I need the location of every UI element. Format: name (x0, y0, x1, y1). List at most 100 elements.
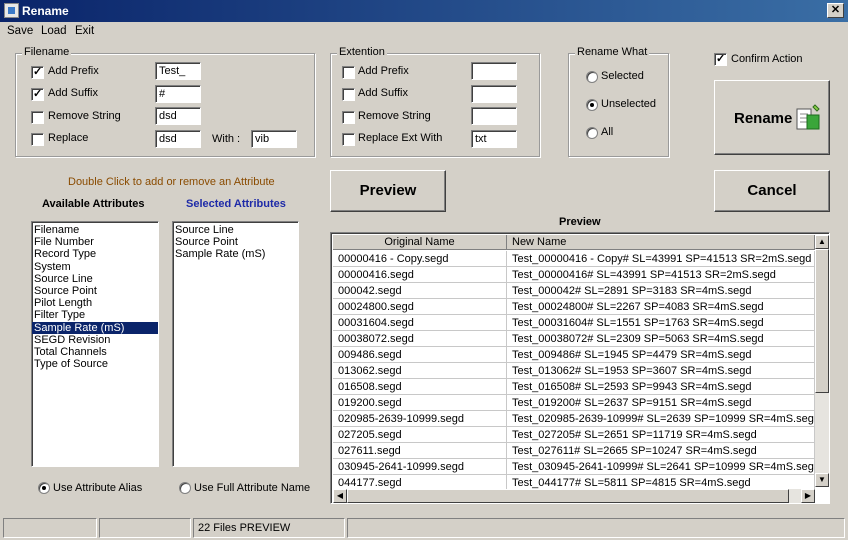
filename-add-suffix-input[interactable]: # (155, 85, 201, 103)
scroll-down-button[interactable]: ▼ (815, 473, 829, 487)
ext-add-prefix-label: Add Prefix (358, 65, 409, 77)
ext-replace-label: Replace Ext With (358, 132, 443, 144)
ext-add-suffix-checkbox[interactable] (342, 88, 355, 101)
rename-all-radio[interactable] (586, 127, 598, 139)
menu-load[interactable]: Load (41, 25, 67, 37)
selected-attribute-item[interactable]: Source Line (173, 224, 298, 236)
attribute-item[interactable]: Type of Source (32, 358, 158, 370)
new-name-cell: Test_000042# SL=2891 SP=3183 SR=4mS.segd (507, 283, 815, 299)
table-row[interactable]: 00024800.segd Test_00024800# SL=2267 SP=4… (333, 299, 815, 315)
ext-remove-string-checkbox[interactable] (342, 111, 355, 124)
attribute-item[interactable]: File Number (32, 236, 158, 248)
filename-remove-string-checkbox[interactable] (31, 111, 44, 124)
selected-attribute-item[interactable]: Sample Rate (mS) (173, 248, 298, 260)
original-name-cell: 00031604.segd (333, 315, 507, 331)
table-row[interactable]: 013062.segd Test_013062# SL=1953 SP=3607 … (333, 363, 815, 379)
ext-replace-input[interactable]: txt (471, 130, 517, 148)
filename-add-prefix-label: Add Prefix (48, 65, 99, 77)
rename-unselected-label: Unselected (601, 98, 657, 110)
filename-replace-checkbox[interactable] (31, 133, 44, 146)
original-name-cell: 00000416 - Copy.segd (333, 251, 507, 267)
new-name-cell: Test_027205# SL=2651 SP=11719 SR=4mS.seg… (507, 427, 815, 443)
new-name-cell: Test_00038072# SL=2309 SP=5063 SR=4mS.se… (507, 331, 815, 347)
use-attribute-alias-radio[interactable] (38, 482, 50, 494)
table-row[interactable]: 030945-2641-10999.segd Test_030945-2641-1… (333, 459, 815, 475)
ext-add-suffix-label: Add Suffix (358, 87, 408, 99)
with-label: With : (212, 133, 241, 145)
available-attributes-title: Available Attributes (42, 198, 145, 210)
scroll-up-button[interactable]: ▲ (815, 235, 829, 249)
preview-button[interactable]: Preview (330, 170, 446, 212)
new-name-cell: Test_00000416# SL=43991 SP=41513 SR=2mS.… (507, 267, 815, 283)
table-row[interactable]: 000042.segd Test_000042# SL=2891 SP=3183 … (333, 283, 815, 299)
filename-add-suffix-checkbox[interactable] (31, 87, 44, 101)
table-row[interactable]: 00038072.segd Test_00038072# SL=2309 SP=5… (333, 331, 815, 347)
filename-add-suffix-label: Add Suffix (48, 87, 98, 99)
confirm-action-checkbox[interactable] (714, 52, 727, 66)
attribute-item[interactable]: Source Point (32, 285, 158, 297)
status-panel-1 (3, 518, 97, 538)
table-row[interactable]: 020985-2639-10999.segd Test_020985-2639-1… (333, 411, 815, 427)
selected-attribute-item[interactable]: Source Point (173, 236, 298, 248)
table-row[interactable]: 027205.segd Test_027205# SL=2651 SP=11719… (333, 427, 815, 443)
table-row[interactable]: 009486.segd Test_009486# SL=1945 SP=4479 … (333, 347, 815, 363)
table-row[interactable]: 00000416.segd Test_00000416# SL=43991 SP=… (333, 267, 815, 283)
attribute-item-selected[interactable]: Sample Rate (mS) (32, 321, 158, 334)
menu-bar: Save Load Exit (0, 22, 848, 40)
ext-replace-checkbox[interactable] (342, 133, 355, 146)
ext-add-prefix-checkbox[interactable] (342, 66, 355, 79)
attribute-item[interactable]: Pilot Length (32, 297, 158, 309)
cancel-button[interactable]: Cancel (714, 170, 830, 212)
filename-add-prefix-checkbox[interactable] (31, 65, 44, 79)
status-panel-4 (347, 518, 845, 538)
close-button[interactable]: ✕ (827, 3, 844, 18)
available-attributes-list[interactable]: Filename File Number Record Type System … (31, 221, 159, 467)
selected-attributes-title: Selected Attributes (186, 198, 286, 210)
ext-add-suffix-input[interactable] (471, 85, 517, 103)
filename-add-prefix-input[interactable]: Test_ (155, 62, 201, 80)
window-title: Rename (22, 4, 69, 18)
attribute-item[interactable]: Total Channels (32, 346, 158, 358)
attribute-item[interactable]: Source Line (32, 273, 158, 285)
ext-remove-string-input[interactable] (471, 107, 517, 125)
menu-save[interactable]: Save (7, 25, 33, 37)
attribute-hint: Double Click to add or remove an Attribu… (68, 176, 275, 188)
selected-attributes-list[interactable]: Source Line Source Point Sample Rate (mS… (172, 221, 299, 467)
new-name-cell: Test_016508# SL=2593 SP=9943 SR=4mS.segd (507, 379, 815, 395)
table-row[interactable]: 00000416 - Copy.segd Test_00000416 - Copy… (333, 251, 815, 267)
column-header-new[interactable]: New Name (507, 235, 815, 250)
attribute-item[interactable]: System (32, 261, 158, 273)
use-full-attribute-name-radio[interactable] (179, 482, 191, 494)
table-row[interactable]: 00031604.segd Test_00031604# SL=1551 SP=1… (333, 315, 815, 331)
filename-replace-input[interactable]: dsd (155, 130, 201, 148)
attribute-item[interactable]: Filter Type (32, 309, 158, 321)
filename-remove-string-label: Remove String (48, 110, 121, 122)
replace-with-input[interactable]: vib (251, 130, 297, 148)
attribute-item[interactable]: SEGD Revision (32, 334, 158, 346)
column-header-original[interactable]: Original Name (333, 235, 507, 250)
attribute-item[interactable]: Record Type (32, 248, 158, 260)
table-row[interactable]: 027611.segd Test_027611# SL=2665 SP=10247… (333, 443, 815, 459)
rename-unselected-radio[interactable] (586, 99, 598, 111)
title-bar: Rename ✕ (0, 0, 848, 22)
preview-grid[interactable]: Original Name New Name 00000416 - Copy.s… (330, 232, 830, 504)
rename-selected-radio[interactable] (586, 71, 598, 83)
filename-remove-string-input[interactable]: dsd (155, 107, 201, 125)
scroll-left-button[interactable]: ◀ (333, 489, 347, 503)
confirm-action-label: Confirm Action (731, 53, 803, 65)
horizontal-scroll-thumb[interactable] (347, 489, 789, 503)
table-row[interactable]: 019200.segd Test_019200# SL=2637 SP=9151 … (333, 395, 815, 411)
scroll-right-button[interactable]: ▶ (801, 489, 815, 503)
table-row[interactable]: 016508.segd Test_016508# SL=2593 SP=9943 … (333, 379, 815, 395)
attribute-item[interactable]: Filename (32, 224, 158, 236)
extension-group-label: Extention (337, 46, 387, 58)
rename-button[interactable]: Rename (714, 80, 830, 155)
vertical-scroll-thumb[interactable] (815, 249, 829, 393)
new-name-cell: Test_020985-2639-10999# SL=2639 SP=10999… (507, 411, 815, 427)
rename-what-label: Rename What (575, 46, 650, 58)
status-panel-2 (99, 518, 191, 538)
rename-files-icon (796, 104, 820, 130)
ext-add-prefix-input[interactable] (471, 62, 517, 80)
menu-exit[interactable]: Exit (75, 25, 94, 37)
original-name-cell: 000042.segd (333, 283, 507, 299)
